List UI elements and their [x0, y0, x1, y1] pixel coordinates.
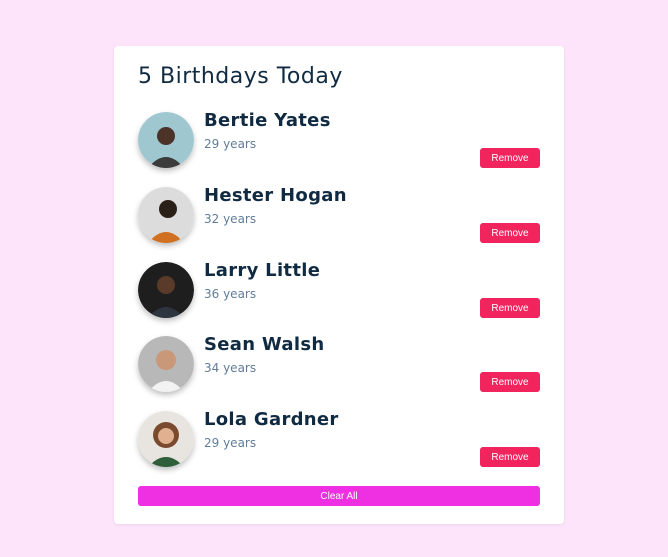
person-age: 32 years: [204, 212, 257, 226]
person-name: Lola Gardner: [204, 409, 339, 430]
person-age: 34 years: [204, 361, 257, 375]
clear-all-button[interactable]: Clear All: [138, 486, 540, 506]
remove-button[interactable]: Remove: [480, 372, 540, 392]
list-item: Sean Walsh 34 years Remove: [138, 334, 540, 396]
remove-button[interactable]: Remove: [480, 298, 540, 318]
avatar: [138, 336, 194, 392]
person-name: Larry Little: [204, 260, 321, 281]
person-name: Hester Hogan: [204, 185, 347, 206]
person-name: Bertie Yates: [204, 110, 331, 131]
avatar: [138, 262, 194, 318]
list-item: Lola Gardner 29 years Remove: [138, 409, 540, 471]
person-age: 29 years: [204, 436, 257, 450]
remove-button[interactable]: Remove: [480, 148, 540, 168]
list-item: Bertie Yates 29 years Remove: [138, 110, 540, 172]
person-name: Sean Walsh: [204, 334, 325, 355]
list-item: Hester Hogan 32 years Remove: [138, 185, 540, 247]
avatar: [138, 187, 194, 243]
page-title: 5 Birthdays Today: [138, 64, 343, 89]
remove-button[interactable]: Remove: [480, 223, 540, 243]
avatar: [138, 411, 194, 467]
person-age: 36 years: [204, 287, 257, 301]
list-item: Larry Little 36 years Remove: [138, 260, 540, 322]
person-age: 29 years: [204, 137, 257, 151]
birthday-card: 5 Birthdays Today Bertie Yates 29 years …: [114, 46, 564, 524]
remove-button[interactable]: Remove: [480, 447, 540, 467]
avatar: [138, 112, 194, 168]
